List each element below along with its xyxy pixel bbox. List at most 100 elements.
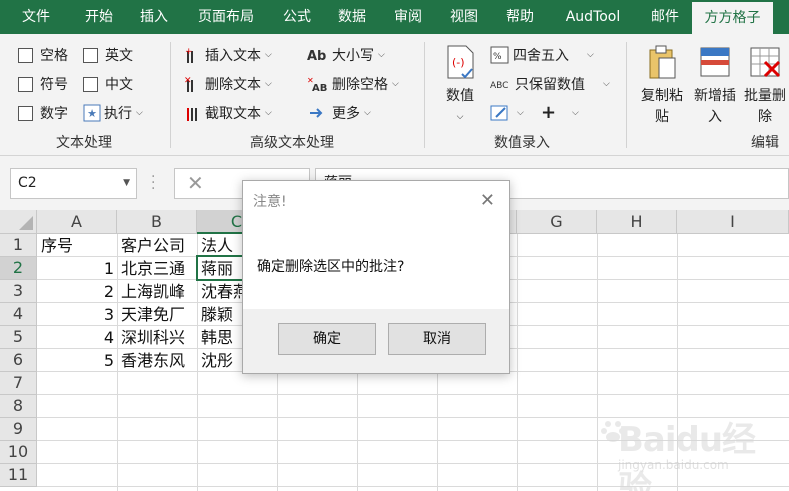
symbol-checkbox[interactable]: 符号 <box>18 73 68 95</box>
number-checkbox[interactable]: 数字 <box>18 102 68 124</box>
column-header-i[interactable]: I <box>677 210 789 234</box>
row-header-5[interactable]: 5 <box>0 326 37 349</box>
checkbox-icon <box>18 47 33 63</box>
tab-mail[interactable]: 邮件 <box>638 0 692 34</box>
row-header-11[interactable]: 11 <box>0 464 37 487</box>
batch-delete-icon <box>749 44 781 80</box>
group-separator <box>170 42 171 148</box>
row-header-6[interactable]: 6 <box>0 349 37 372</box>
tab-review[interactable]: 审阅 <box>380 0 436 34</box>
case-button[interactable]: Ab 大小写 ⌵ <box>307 44 385 66</box>
delete-text-button[interactable]: ✕ 删除文本 ⌵ <box>184 73 272 95</box>
copy-paste-button[interactable]: 复制粘贴 <box>638 44 686 128</box>
dialog-footer: 确定 取消 <box>243 309 509 373</box>
abc-icon: ABC <box>490 75 512 93</box>
round-icon: % <box>490 46 510 64</box>
group-label-value: 数值录入 <box>494 135 550 151</box>
baidu-watermark: Baidu经验 jingyan.baidu.com <box>600 408 780 491</box>
group-separator <box>626 42 627 148</box>
svg-text:ABC: ABC <box>490 81 508 91</box>
column-header-g[interactable]: G <box>517 210 597 234</box>
tab-view[interactable]: 视图 <box>436 0 492 34</box>
cell-a6[interactable]: 5 <box>38 349 117 372</box>
group-label-advanced-text: 高级文本处理 <box>250 135 334 151</box>
tab-data[interactable]: 数据 <box>324 0 380 34</box>
execute-button[interactable]: ★ 执行 ⌵ <box>83 102 143 124</box>
delete-space-label: 删除空格 <box>332 77 388 93</box>
chevron-down-icon: ⌵ <box>265 108 272 118</box>
tab-help[interactable]: 帮助 <box>492 0 548 34</box>
cancel-icon[interactable]: ✕ <box>187 171 204 195</box>
cell-a1[interactable]: 序号 <box>38 234 117 257</box>
round-button[interactable]: % 四舍五入 ⌵ <box>490 44 594 66</box>
keep-value-button[interactable]: ABC 只保留数值 ⌵ <box>490 73 610 95</box>
tab-formulas[interactable]: 公式 <box>270 0 324 34</box>
row-header-4[interactable]: 4 <box>0 303 37 326</box>
chinese-checkbox[interactable]: 中文 <box>83 73 133 95</box>
row-header-1[interactable]: 1 <box>0 234 37 257</box>
gridline <box>597 234 598 491</box>
ribbon-tab-bar: 文件 开始 插入 页面布局 公式 数据 审阅 视图 帮助 AudTool 邮件 … <box>0 0 789 34</box>
cell-a4[interactable]: 3 <box>38 303 117 326</box>
tab-insert[interactable]: 插入 <box>126 0 182 34</box>
cell-b2[interactable]: 北京三通 <box>118 257 197 280</box>
tab-fangfang[interactable]: 方方格子 <box>692 2 773 34</box>
insert-rows-icon <box>699 44 731 80</box>
add-button[interactable]: + ⌵ <box>541 102 579 124</box>
tab-audtool[interactable]: AudTool <box>548 0 638 34</box>
tab-home[interactable]: 开始 <box>72 0 126 34</box>
svg-text:★: ★ <box>87 107 97 120</box>
row-header-3[interactable]: 3 <box>0 280 37 303</box>
cell-b5[interactable]: 深圳科兴 <box>118 326 197 349</box>
column-header-a[interactable]: A <box>37 210 117 234</box>
batch-delete-button[interactable]: 批量删除 <box>743 44 787 128</box>
cell-a5[interactable]: 4 <box>38 326 117 349</box>
row-header-2[interactable]: 2 <box>0 257 37 280</box>
english-checkbox[interactable]: 英文 <box>83 44 133 66</box>
extract-text-icon <box>184 104 202 122</box>
svg-text:%: % <box>493 52 502 62</box>
column-header-h[interactable]: H <box>597 210 677 234</box>
arrow-right-icon <box>307 104 329 122</box>
execute-label: 执行 <box>104 106 132 122</box>
select-all-button[interactable] <box>0 210 37 234</box>
cell-a2[interactable]: 1 <box>38 257 117 280</box>
extract-text-button[interactable]: 截取文本 ⌵ <box>184 102 272 124</box>
cell-b4[interactable]: 天津免厂 <box>118 303 197 326</box>
chevron-down-icon: ⌵ <box>364 108 371 118</box>
row-header-8[interactable]: 8 <box>0 395 37 418</box>
name-box[interactable]: C2 ▼ <box>10 168 137 199</box>
cell-b1[interactable]: 客户公司 <box>118 234 197 257</box>
more-dots-icon: · · · <box>151 169 156 197</box>
cell-b6[interactable]: 香港东风 <box>118 349 197 372</box>
space-checkbox[interactable]: 空格 <box>18 44 68 66</box>
cell-a3[interactable]: 2 <box>38 280 117 303</box>
tab-page-layout[interactable]: 页面布局 <box>182 0 270 34</box>
cell-b3[interactable]: 上海凯峰 <box>118 280 197 303</box>
ribbon: 空格 英文 符号 中文 数字 ★ 执行 ⌵ 文本处理 + 插入文本 ⌵ ✕ 删除文本… <box>0 34 789 156</box>
clipboard-icon <box>646 44 678 80</box>
fill-button[interactable]: ⌵ <box>490 102 524 124</box>
close-icon[interactable]: ✕ <box>480 190 495 211</box>
insert-text-icon: + <box>184 46 202 64</box>
ok-button[interactable]: 确定 <box>278 323 376 355</box>
delete-space-button[interactable]: ✕ AB 删除空格 ⌵ <box>307 73 399 95</box>
tab-file[interactable]: 文件 <box>0 0 72 34</box>
plus-icon: + <box>541 102 557 123</box>
row-header-7[interactable]: 7 <box>0 372 37 395</box>
round-label: 四舍五入 <box>513 48 569 64</box>
keep-value-label: 只保留数值 <box>515 77 585 93</box>
row-header-10[interactable]: 10 <box>0 441 37 464</box>
row-header-9[interactable]: 9 <box>0 418 37 441</box>
chevron-down-icon: ⌵ <box>456 112 464 122</box>
new-insert-button[interactable]: 新增插入 <box>691 44 739 128</box>
insert-text-button[interactable]: + 插入文本 ⌵ <box>184 44 272 66</box>
value-button[interactable]: (-) 数值 ⌵ <box>439 44 481 128</box>
chevron-down-icon[interactable]: ▼ <box>123 169 130 198</box>
cancel-button[interactable]: 取消 <box>388 323 486 355</box>
checkbox-icon <box>18 105 33 121</box>
column-header-b[interactable]: B <box>117 210 197 234</box>
svg-text:✕: ✕ <box>184 76 192 86</box>
more-button[interactable]: 更多 ⌵ <box>307 102 371 124</box>
symbol-label: 符号 <box>40 77 68 93</box>
